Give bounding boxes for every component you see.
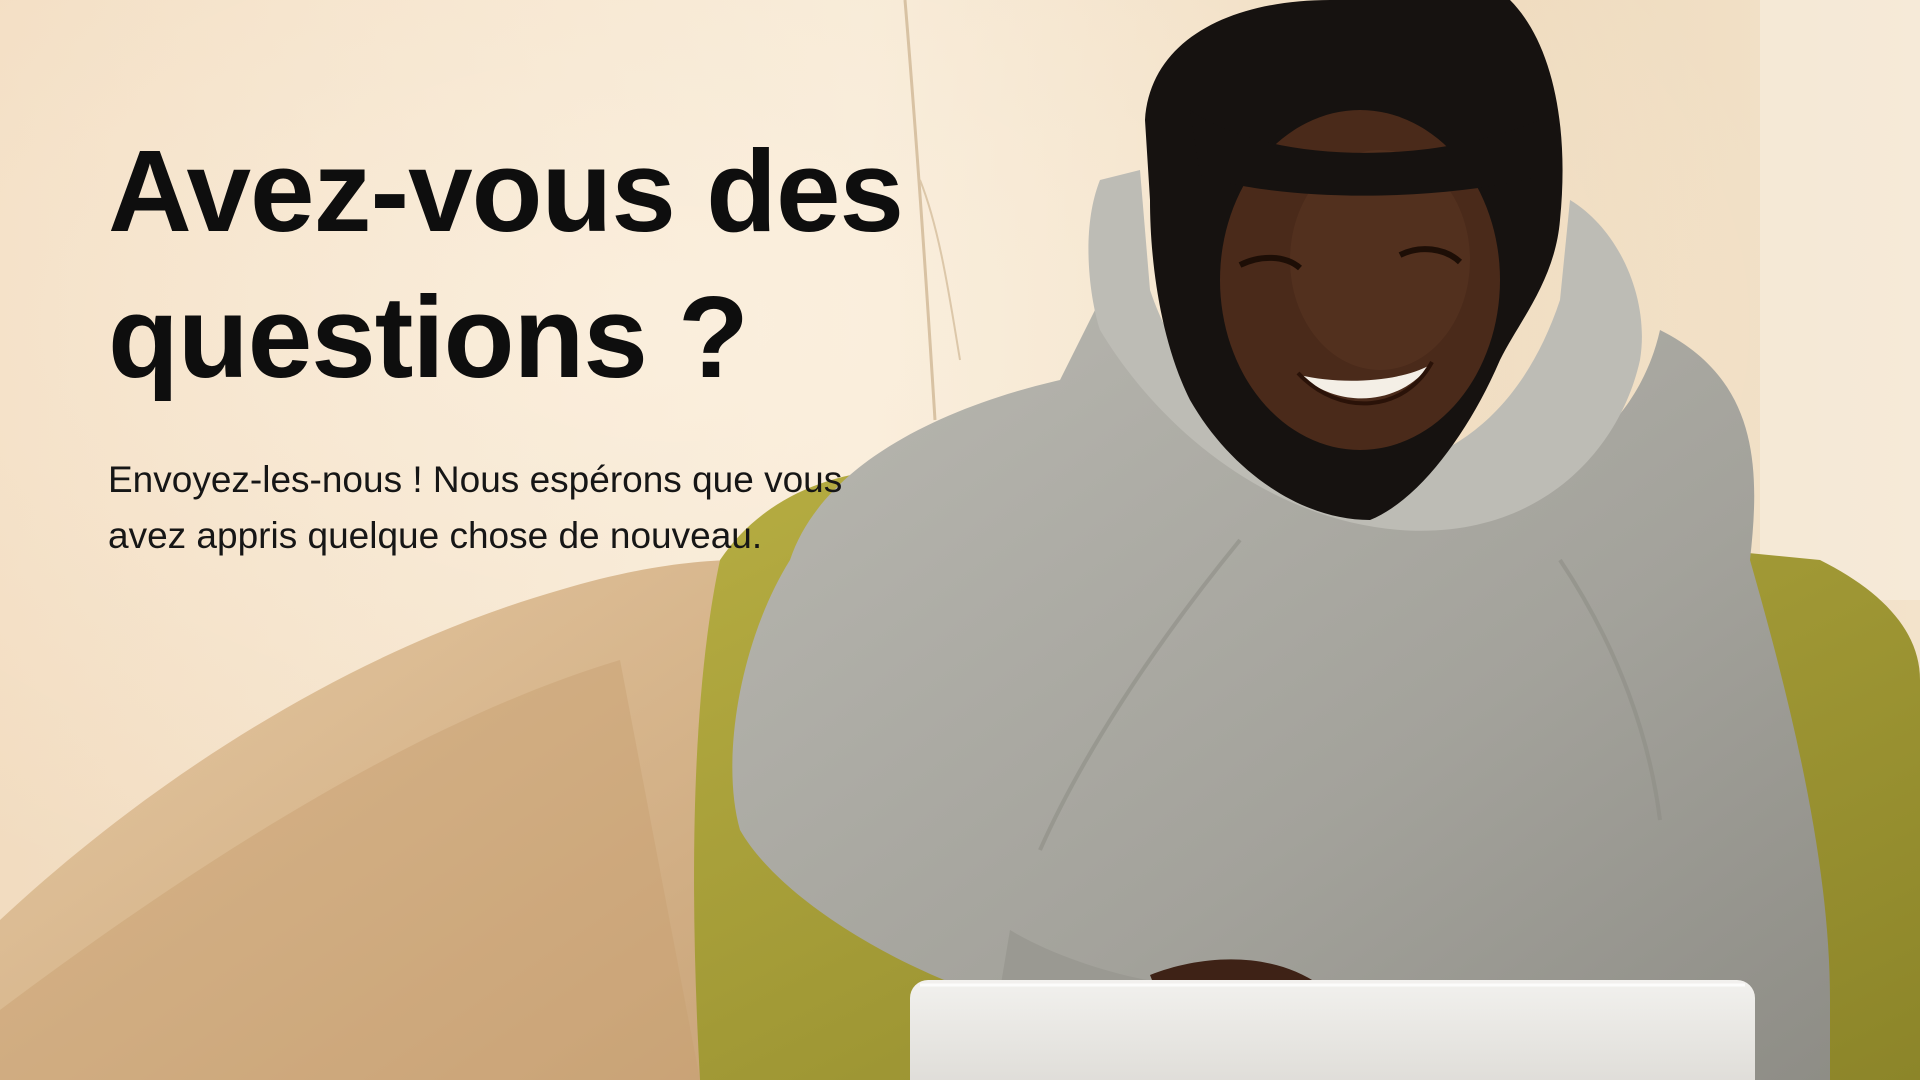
slide: Avez-vous des questions ? Envoyez-les-no… <box>0 0 1920 1080</box>
slide-title: Avez-vous des questions ? <box>108 126 904 402</box>
slide-subtitle: Envoyez-les-nous ! Nous espérons que vou… <box>108 459 843 556</box>
laptop <box>910 980 1755 1080</box>
